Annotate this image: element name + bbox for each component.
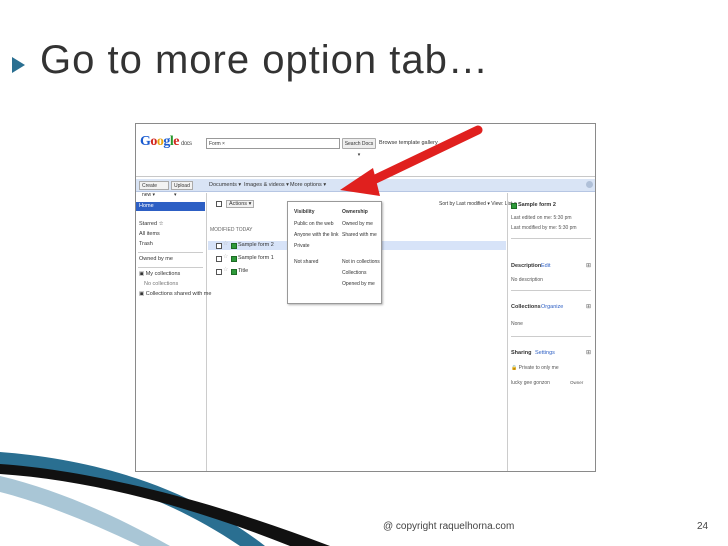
footer-copyright: @ copyright raquelhorna.com (383, 521, 515, 532)
page-number: 24 (697, 521, 709, 532)
decorative-swoosh (0, 452, 330, 546)
